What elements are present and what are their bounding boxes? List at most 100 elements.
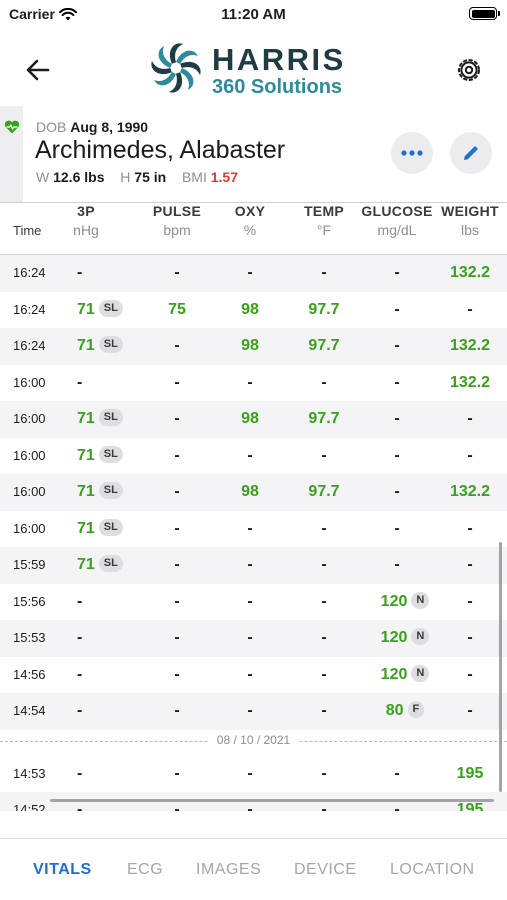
table-row[interactable]: 15:53- - - -120 N - (0, 620, 507, 657)
pulse-value: - (174, 373, 180, 391)
vertical-scrollbar[interactable] (499, 542, 502, 792)
cell-weight: 195 (420, 756, 507, 793)
cell-weight: - (420, 620, 507, 657)
bp-value: 71 (77, 556, 95, 573)
cell-time: 16:24 (13, 301, 46, 317)
back-arrow-icon (26, 59, 50, 81)
table-row[interactable]: 16:24 - - - - - 132.2 (0, 255, 507, 292)
vitals-table-body[interactable]: 16:24- - - - -132.2 16:24 71 SL 75 98 97.7- -16:24 7… (0, 255, 507, 811)
cell-time: 16:24 (13, 338, 46, 353)
patient-dob: DOB Aug 8, 1990 (36, 119, 148, 135)
pulse-value: - (174, 592, 180, 610)
cell-bp: 71 SL (77, 547, 123, 584)
gear-icon (458, 59, 480, 81)
bmi-value: 1.57 (210, 169, 238, 185)
glucose-value: 120 (380, 629, 408, 646)
temp-value: 97.7 (308, 337, 340, 354)
edit-patient-button[interactable] (450, 132, 492, 174)
col-bp[interactable]: 3P nHg (66, 203, 106, 238)
harris-logo: HARRIS 360 Solutions (150, 42, 360, 98)
glucose-value: - (394, 556, 400, 573)
temp-value: - (321, 373, 327, 391)
bp-value: 71 (77, 410, 95, 427)
tab-location[interactable]: LOCATION (390, 861, 475, 879)
weight-value: 132.2 (449, 337, 491, 354)
cell-bp: 71 SL (77, 438, 123, 475)
weight-value: 132.2 (449, 483, 491, 500)
weight-value: 195 (456, 764, 484, 782)
table-row[interactable]: 16:00 71 SL - 98 97.7 - 132.2 (0, 474, 507, 511)
temp-value: 97.7 (308, 483, 340, 500)
cell-bp: - (77, 584, 82, 621)
col-temp[interactable]: TEMP °F (296, 203, 352, 238)
oxy-value: 98 (241, 483, 259, 500)
bp-value: 71 (77, 337, 95, 354)
cell-weight: - (420, 292, 507, 329)
oxy-value: - (247, 519, 253, 537)
table-row[interactable]: 16:00 71 SL - - - - - (0, 511, 507, 548)
oxy-value: - (247, 446, 253, 464)
back-button[interactable] (22, 54, 54, 86)
bottom-tab-bar: VITALS ECG IMAGES DEVICE LOCATION (0, 838, 507, 900)
table-row[interactable]: 15:59 71 SL - - - - - (0, 547, 507, 584)
cell-time: 14:54 (13, 703, 46, 718)
glucose-value: - (394, 801, 400, 811)
pulse-value: - (174, 665, 180, 683)
cell-bp: 71 SL (77, 292, 123, 329)
table-row[interactable]: 15:56- - - -120 N - (0, 584, 507, 621)
col-unit: lbs (461, 222, 479, 238)
oxy-value: - (247, 373, 253, 391)
horizontal-scrollbar[interactable] (50, 799, 494, 802)
cell-bp: - (77, 756, 82, 793)
cell-bp: - (77, 693, 82, 730)
bp-value: 71 (77, 446, 95, 464)
oxy-value: - (247, 801, 253, 811)
cell-time: 15:53 (13, 630, 46, 645)
date-separator-label: 08 / 10 / 2021 (208, 732, 299, 747)
cell-bp: 71 SL (77, 401, 123, 438)
bp-value: - (77, 373, 83, 391)
weight-value: - (467, 410, 473, 427)
oxy-value: - (247, 702, 253, 719)
cell-time: 16:00 (13, 374, 46, 390)
col-weight[interactable]: WEIGHT lbs (438, 203, 502, 238)
table-row[interactable]: 16:00 - - - - - 132.2 (0, 365, 507, 402)
glucose-value: - (394, 300, 400, 318)
glucose-value: - (394, 483, 400, 500)
cell-time: 16:00 (13, 484, 46, 499)
cell-weight: 132.2 (420, 255, 507, 292)
oxy-value: - (247, 264, 253, 281)
bp-value: - (77, 592, 83, 610)
table-row[interactable]: 14:54- - - -80 F - (0, 693, 507, 730)
table-row[interactable]: 16:24 71 SL - 98 97.7 - 132.2 (0, 328, 507, 365)
weight-value: 132.2 (449, 264, 491, 281)
weight-value: - (467, 592, 473, 610)
cell-weight: 132.2 (420, 328, 507, 365)
tab-images[interactable]: IMAGES (196, 861, 261, 879)
patient-name: Archimedes, Alabaster (35, 136, 286, 164)
settings-button[interactable] (453, 54, 485, 86)
table-row[interactable]: 14:53 - - - - - 195 (0, 756, 507, 793)
col-glucose[interactable]: GLUCOSE mg/dL (358, 203, 436, 238)
tab-ecg[interactable]: ECG (127, 861, 163, 879)
temp-value: - (321, 665, 327, 683)
cell-bp: - (77, 620, 82, 657)
status-time: 11:20 AM (221, 6, 286, 23)
tab-device[interactable]: DEVICE (294, 861, 357, 879)
table-row[interactable]: 14:56- - - -120 N - (0, 657, 507, 694)
table-row[interactable]: 16:24 71 SL 75 98 97.7 - - (0, 292, 507, 329)
table-row[interactable]: 16:00 71 SL - - - - - (0, 438, 507, 475)
cell-bp: - (77, 657, 82, 694)
oxy-value: 98 (241, 300, 259, 318)
cell-weight: - (420, 401, 507, 438)
temp-value: - (321, 264, 327, 281)
col-pulse[interactable]: PULSE bpm (146, 203, 208, 238)
glucose-value: 120 (380, 665, 408, 683)
more-options-button[interactable] (391, 132, 433, 174)
tab-vitals[interactable]: VITALS (33, 861, 92, 879)
table-row[interactable]: 16:00 71 SL - 98 97.7 - - (0, 401, 507, 438)
pulse-value: - (174, 483, 180, 500)
cell-time: 15:56 (13, 593, 46, 609)
temp-value: 97.7 (308, 410, 340, 427)
col-oxy[interactable]: OXY % (225, 203, 275, 238)
